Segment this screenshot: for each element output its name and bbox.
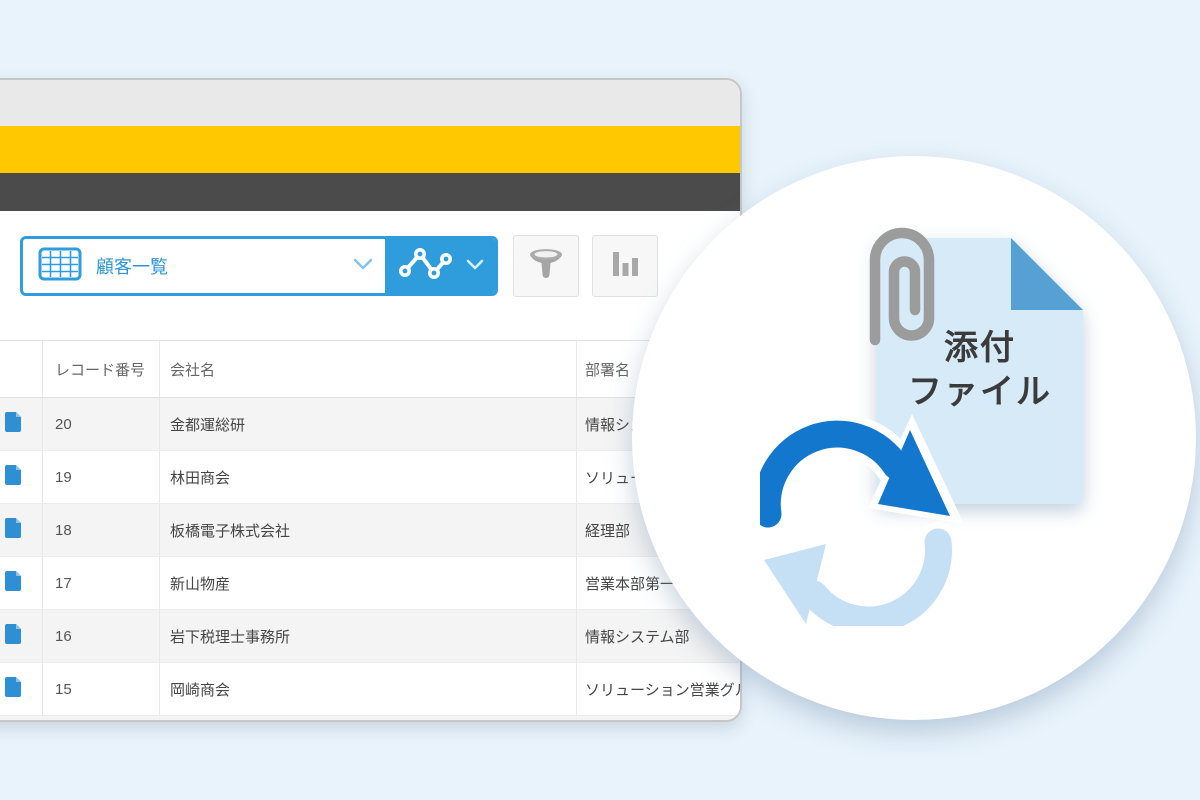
document-icon[interactable] xyxy=(4,676,22,702)
table-header-record-number: レコード番号 xyxy=(43,341,160,397)
sync-arrows-icon xyxy=(760,412,974,631)
table-icon xyxy=(38,247,82,286)
company-name: 岡崎商会 xyxy=(160,663,577,715)
company-name: 板橋電子株式会社 xyxy=(160,504,577,556)
table-row[interactable]: 15 岡崎商会 ソリューション営業グループ xyxy=(0,663,740,716)
table-row[interactable]: 19 林田商会 ソリューション営業部 xyxy=(0,451,740,504)
view-selector-current[interactable]: 顧客一覧 xyxy=(23,239,385,293)
view-selector-label: 顧客一覧 xyxy=(96,253,168,279)
record-number: 16 xyxy=(43,610,160,662)
record-number: 18 xyxy=(43,504,160,556)
chevron-down-icon[interactable] xyxy=(466,257,484,275)
document-icon[interactable] xyxy=(4,623,22,649)
chevron-down-icon[interactable] xyxy=(353,257,373,275)
company-name: 金都運総研 xyxy=(160,398,577,450)
document-icon[interactable] xyxy=(4,464,22,490)
paperclip-icon xyxy=(860,220,944,353)
filter-button[interactable] xyxy=(513,235,579,297)
line-chart-icon xyxy=(396,243,454,290)
chart-button[interactable] xyxy=(592,235,658,297)
record-number: 20 xyxy=(43,398,160,450)
company-name: 岩下税理士事務所 xyxy=(160,610,577,662)
app-window: 顧客一覧 xyxy=(0,78,742,722)
app-header-accent-bar xyxy=(0,126,740,173)
table-header-icon-column xyxy=(0,341,43,397)
table-row xyxy=(0,716,740,722)
view-selector[interactable]: 顧客一覧 xyxy=(20,236,498,296)
record-table: レコード番号 会社名 部署名 20 金都運総研 情報システム部 19 林田商会 … xyxy=(0,340,740,722)
table-row[interactable]: 16 岩下税理士事務所 情報システム部 xyxy=(0,610,740,663)
table-header-row: レコード番号 会社名 部署名 xyxy=(0,341,740,398)
toolbar: 顧客一覧 xyxy=(0,211,740,340)
browser-top-bar xyxy=(0,80,740,126)
page-fold-corner xyxy=(1011,238,1083,310)
table-header-company: 会社名 xyxy=(160,341,577,397)
attachment-sync-badge: 添付 ファイル xyxy=(632,156,1196,720)
record-number: 15 xyxy=(43,663,160,715)
record-number: 17 xyxy=(43,557,160,609)
company-name: 林田商会 xyxy=(160,451,577,503)
app-header-dark-bar xyxy=(0,173,740,211)
table-row[interactable]: 20 金都運総研 情報システム部 xyxy=(0,398,740,451)
table-row[interactable]: 18 板橋電子株式会社 経理部 xyxy=(0,504,740,557)
record-number: 19 xyxy=(43,451,160,503)
department-name: ソリューション営業グループ xyxy=(577,663,740,715)
table-row[interactable]: 17 新山物産 営業本部第一営業部 xyxy=(0,557,740,610)
company-name: 新山物産 xyxy=(160,557,577,609)
graph-view-button[interactable] xyxy=(385,239,495,293)
document-icon[interactable] xyxy=(4,570,22,596)
document-icon[interactable] xyxy=(4,411,22,437)
bar-chart-icon xyxy=(610,249,640,284)
document-icon[interactable] xyxy=(4,517,22,543)
funnel-icon xyxy=(527,248,565,285)
table-body: 20 金都運総研 情報システム部 19 林田商会 ソリューション営業部 18 板… xyxy=(0,398,740,722)
